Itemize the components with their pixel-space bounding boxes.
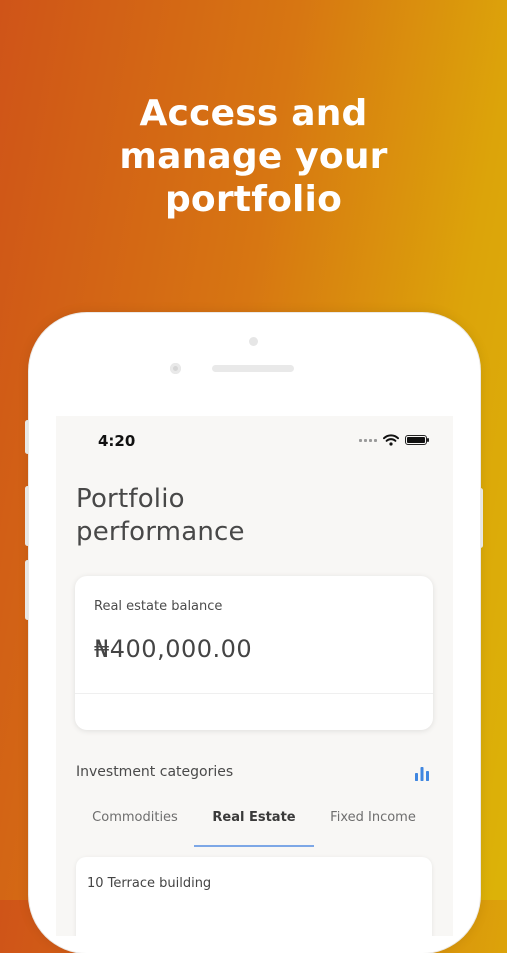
page-title: Portfolio performance <box>76 483 376 549</box>
app-screen: 4:20 Portfolio performance Real estate b… <box>56 416 453 936</box>
signal-icon <box>359 438 377 442</box>
page-title-line-1: Portfolio <box>76 484 185 514</box>
bar-chart-icon[interactable] <box>414 765 430 781</box>
battery-icon <box>405 435 429 445</box>
proximity-sensor <box>249 337 258 346</box>
balance-amount: ₦400,000.00 <box>94 635 253 663</box>
page-title-line-2: performance <box>76 517 245 547</box>
headline-line-2: manage your <box>119 136 388 177</box>
active-tab-indicator <box>194 845 314 847</box>
marketing-headline: Access and manage your portfolio <box>0 92 507 221</box>
status-icons <box>359 434 429 446</box>
investment-categories-title: Investment categories <box>76 764 234 780</box>
headline-line-1: Access and <box>139 93 368 134</box>
card-divider <box>75 693 433 694</box>
list-item[interactable]: 10 Terrace building <box>76 857 432 936</box>
investment-name: 10 Terrace building <box>87 876 212 891</box>
category-tabs: Commodities Real Estate Fixed Income <box>56 810 453 840</box>
tab-real-estate[interactable]: Real Estate <box>194 810 314 825</box>
tab-commodities[interactable]: Commodities <box>74 810 196 825</box>
balance-card[interactable]: Real estate balance ₦400,000.00 <box>75 576 433 730</box>
balance-label: Real estate balance <box>94 599 223 614</box>
front-camera <box>170 363 181 374</box>
wifi-icon <box>383 434 399 446</box>
tab-fixed-income[interactable]: Fixed Income <box>314 810 432 825</box>
headline-line-3: portfolio <box>164 179 343 220</box>
status-time: 4:20 <box>98 432 136 450</box>
earpiece-speaker <box>212 365 294 372</box>
